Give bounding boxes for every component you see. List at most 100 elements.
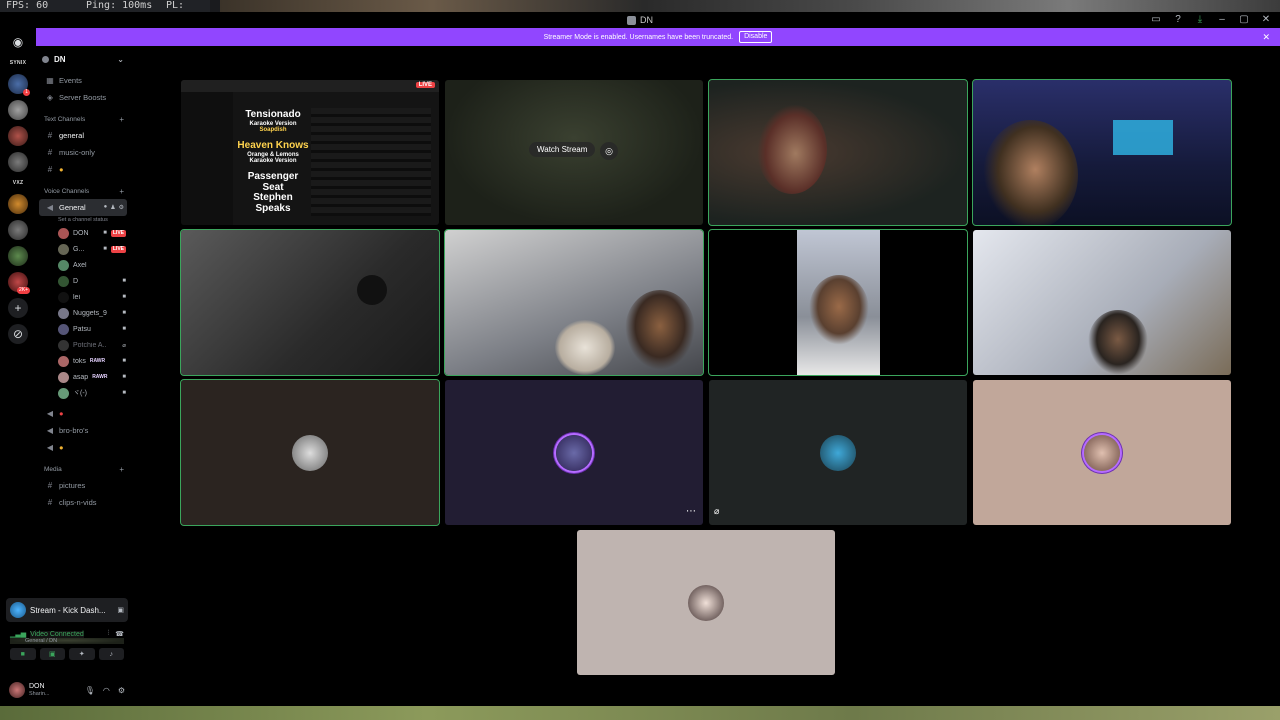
discord-home-icon[interactable]: ◉ <box>8 32 28 52</box>
media-category[interactable]: Media + <box>36 462 130 477</box>
soundboard-button[interactable]: ♪ <box>98 648 124 660</box>
disconnect-icon[interactable]: ☎ <box>115 630 124 638</box>
user-avatar[interactable] <box>9 682 25 698</box>
window-controls: ▭ ? ⤓ – ▢ ✕ <box>1150 12 1272 28</box>
video-tile-screenshare[interactable]: Tensionado Karaoke Version Soapdish Heav… <box>181 80 439 225</box>
noise-suppression-icon[interactable]: ⫶ <box>108 630 110 638</box>
hash-icon: # <box>47 165 53 174</box>
voice-member[interactable]: lei ■ <box>36 289 130 305</box>
server-boosts-item[interactable]: ◈ Server Boosts <box>36 89 130 106</box>
voice-channel-bro-bros[interactable]: ◀ bro-bro's <box>36 422 130 439</box>
server-icon-3[interactable] <box>8 126 28 146</box>
events-item[interactable]: ▦ Events <box>36 72 130 89</box>
inbox-icon[interactable]: ▭ <box>1150 12 1162 28</box>
video-tile-avatar[interactable] <box>577 530 835 675</box>
hide-stream-icon[interactable]: ◎ <box>600 142 618 160</box>
server-icon-1[interactable]: 1 <box>8 74 30 96</box>
camera-icon: ■ <box>122 390 126 396</box>
stream-panel[interactable]: Stream - Kick Dash... ▣ <box>6 598 128 622</box>
voice-member[interactable]: toks RAWR ■ <box>36 353 130 369</box>
add-server-icon[interactable]: + <box>8 298 28 318</box>
discover-icon[interactable]: ⊘ <box>8 324 28 344</box>
participant-video <box>757 104 827 194</box>
server-icon-8[interactable]: 2K+ <box>8 272 30 294</box>
voice-member[interactable]: Potchie A... ⌀ <box>36 337 130 353</box>
voice-member[interactable]: DON ■ LIVE <box>36 225 130 241</box>
disable-streamer-mode-button[interactable]: Disable <box>739 31 773 43</box>
channel-clips-n-vids[interactable]: # clips-n-vids <box>36 494 130 511</box>
red-drop-icon: ● <box>59 409 64 418</box>
chevron-down-icon: ⌄ <box>117 54 124 64</box>
stop-stream-icon[interactable]: ▣ <box>117 606 124 614</box>
watch-stream-button[interactable]: Watch Stream <box>529 142 596 157</box>
server-synix[interactable]: SYNIX <box>8 58 28 68</box>
server-icon-2[interactable] <box>8 100 28 120</box>
channel-status[interactable]: Set a channel status <box>36 216 130 225</box>
maximize-button[interactable]: ▢ <box>1238 12 1250 28</box>
avatar <box>1084 434 1120 471</box>
window-titlebar: DN ▭ ? ⤓ – ▢ ✕ <box>0 12 1280 28</box>
voice-member[interactable]: Nuggets_9...■ <box>36 305 130 321</box>
close-button[interactable]: ✕ <box>1260 12 1272 28</box>
headphones-icon[interactable]: ◠ <box>103 686 110 695</box>
invite-icon[interactable]: ♟ <box>110 204 115 211</box>
video-tile-webcam[interactable] <box>708 79 968 226</box>
minimize-button[interactable]: – <box>1216 12 1228 28</box>
video-tile-avatar[interactable] <box>709 380 967 525</box>
video-tile-webcam[interactable] <box>180 229 440 376</box>
close-banner-icon[interactable]: ✕ <box>1262 32 1270 43</box>
voice-member[interactable]: D ■ <box>36 273 130 289</box>
help-icon[interactable]: ? <box>1172 12 1184 28</box>
gear-icon[interactable]: ⚙ <box>118 686 125 695</box>
activities-button[interactable]: ✦ <box>69 648 95 660</box>
download-icon[interactable]: ⤓ <box>1194 12 1206 28</box>
text-channels-category[interactable]: Text Channels + <box>36 112 130 127</box>
video-tile-webcam[interactable] <box>708 229 968 376</box>
more-options-icon[interactable]: ⋯ <box>686 506 696 517</box>
server-icon-4[interactable] <box>8 152 28 172</box>
voice-status[interactable]: Video Connected <box>30 630 84 638</box>
server-vxz[interactable]: VXZ <box>8 178 28 188</box>
voice-member[interactable]: G... ■ LIVE <box>36 241 130 257</box>
camera-button[interactable]: ■ <box>10 648 36 660</box>
settings-icon[interactable]: ⚙ <box>119 204 124 211</box>
voice-member[interactable]: Patsu ■ <box>36 321 130 337</box>
participant-video <box>625 290 695 370</box>
video-tile-avatar[interactable] <box>180 379 440 526</box>
channel-music-only[interactable]: # music-only <box>36 144 130 161</box>
voice-member[interactable]: asap RAWR ■ <box>36 369 130 385</box>
microphone-icon[interactable]: 🎙︎ <box>85 686 95 695</box>
add-channel-icon[interactable]: + <box>119 115 124 124</box>
video-tile-webcam[interactable] <box>444 229 704 376</box>
voice-channel-emoji[interactable]: ◀ ● <box>36 439 130 456</box>
channel-pictures[interactable]: # pictures <box>36 477 130 494</box>
avatar <box>58 227 69 239</box>
video-tile-webcam[interactable] <box>973 230 1231 375</box>
add-channel-icon[interactable]: + <box>119 187 124 196</box>
mic-muted-icon[interactable]: ⌀ <box>714 506 719 517</box>
add-channel-icon[interactable]: + <box>119 465 124 474</box>
video-tile-stream-preview[interactable]: Watch Stream ◎ <box>445 80 703 225</box>
channel-emoji[interactable]: # ● <box>36 161 130 178</box>
video-tile-avatar[interactable] <box>973 380 1231 525</box>
video-tile-webcam[interactable] <box>972 79 1232 226</box>
server-icon-5[interactable] <box>8 194 28 214</box>
camera-icon: ■ <box>122 374 126 380</box>
dog <box>555 320 615 375</box>
voice-channel-general[interactable]: ◀ General ● ♟ ⚙ <box>39 199 127 216</box>
server-icon-6[interactable] <box>8 220 28 240</box>
video-tile-avatar[interactable] <box>445 380 703 525</box>
screen-share-button[interactable]: ▣ <box>39 648 65 660</box>
user-name: DON <box>29 683 45 690</box>
server-name: DN <box>54 54 66 64</box>
voice-member[interactable]: Axel <box>36 257 130 273</box>
channel-general[interactable]: # general <box>36 127 130 144</box>
server-icon-7[interactable] <box>8 246 28 266</box>
live-badge: LIVE <box>110 245 126 253</box>
voice-member[interactable]: ヾ(-) ■ <box>36 385 130 401</box>
chat-icon[interactable]: ● <box>104 204 108 211</box>
voice-channel-red[interactable]: ◀ ● <box>36 405 130 422</box>
server-header[interactable]: DN ⌄ <box>36 46 130 72</box>
hash-icon: # <box>47 148 53 157</box>
voice-channels-category[interactable]: Voice Channels + <box>36 184 130 199</box>
